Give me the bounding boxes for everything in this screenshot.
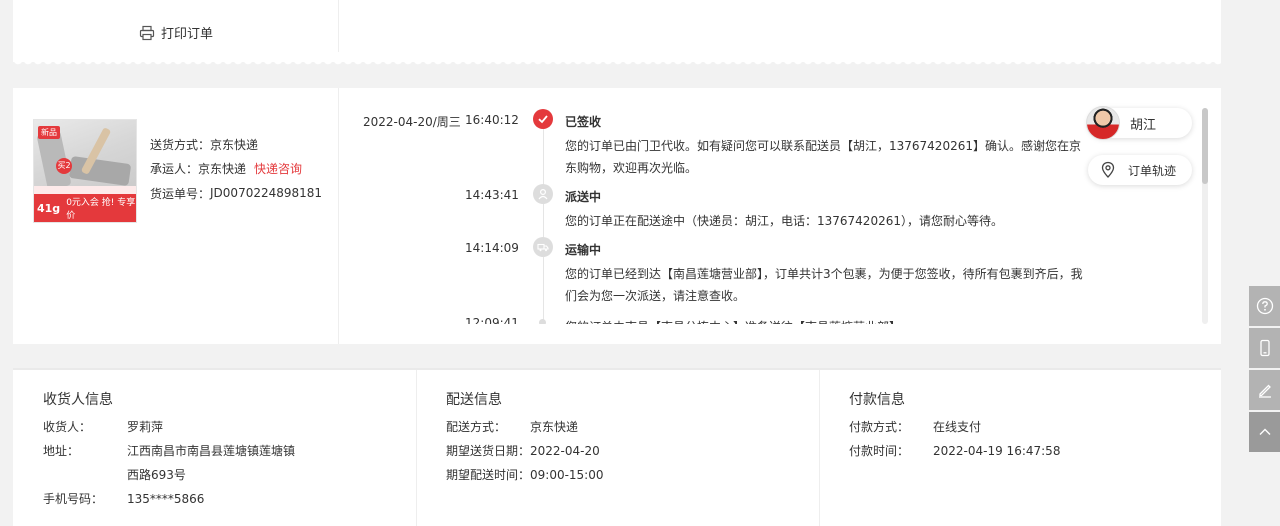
info-key: 地址： xyxy=(43,444,80,458)
payment-info-title: 付款信息 xyxy=(849,392,905,408)
location-pin-icon xyxy=(1101,161,1115,178)
print-order-label: 打印订单 xyxy=(161,27,214,42)
delivery-info-rows: 配送方式： 京东快递 期望送货日期： 2022-04-20 期望配送时间： 09… xyxy=(446,415,710,487)
printer-icon xyxy=(139,25,155,40)
timeline-desc: 您的订单已由门卫代收。如有疑问您可以联系配送员【胡江，13767420261】确… xyxy=(565,139,1081,175)
help-button[interactable] xyxy=(1249,286,1280,326)
receiver-address: 江西南昌市南昌县莲塘镇莲塘镇西路693号 xyxy=(127,444,296,482)
receiver-info-rows: 收货人： 罗莉萍 地址： 江西南昌市南昌县莲塘镇莲塘镇西路693号 手机号码： … xyxy=(43,415,307,511)
timeline-status: 运输中 xyxy=(565,243,602,257)
signed-check-icon xyxy=(533,109,553,129)
payment-info-section: 付款信息 付款方式： 在线支付 付款时间： 2022-04-19 16:47:5… xyxy=(819,370,1221,526)
timeline-desc: 您的订单由南昌【南昌分拣中心】准备送往【南昌莲塘营业部】 xyxy=(565,316,1085,324)
product-promo: 0元入会 抢! 专享价 xyxy=(66,198,136,221)
receiver-info-section: 收货人信息 收货人： 罗莉萍 地址： 江西南昌市南昌县莲塘镇莲塘镇西路693号 … xyxy=(13,370,416,526)
shipment-info: 送货方式： 京东快递 承运人： 京东快递 快递咨询 货运单号： JD007022… xyxy=(150,132,322,206)
courier-consult-link[interactable]: 快递咨询 xyxy=(254,160,302,177)
carrier-value: 京东快递 xyxy=(198,162,247,177)
courier-chip[interactable]: 胡江 xyxy=(1086,106,1192,140)
receiver-phone: 135****5866 xyxy=(127,492,205,506)
zigzag-edge xyxy=(13,60,1221,68)
product-badge: 新品 xyxy=(38,126,60,139)
delivery-info-title: 配送信息 xyxy=(446,392,502,408)
info-key: 收货人： xyxy=(43,420,92,434)
timeline-dot xyxy=(539,319,546,324)
edit-icon xyxy=(1258,384,1271,398)
payment-method: 在线支付 xyxy=(933,420,982,434)
print-order-button[interactable]: 打印订单 xyxy=(139,23,213,42)
tracking-number: JD0070224898181 xyxy=(210,186,323,201)
expected-date: 2022-04-20 xyxy=(530,444,600,458)
product-price: 41g xyxy=(37,201,61,215)
order-actions-card: 打印订单 xyxy=(13,0,1221,68)
receiver-name-row: 收货人： 罗莉萍 xyxy=(43,415,307,439)
carrier-label: 承运人： xyxy=(150,162,199,177)
timeline-line xyxy=(543,118,544,324)
truck-icon xyxy=(533,237,553,257)
info-key: 配送方式： xyxy=(446,420,507,434)
timeline-time: 16:40:12 xyxy=(465,113,519,127)
promo-strip xyxy=(34,186,136,194)
receiver-info-title: 收货人信息 xyxy=(43,392,113,408)
mobile-button[interactable] xyxy=(1249,328,1280,368)
receiver-name: 罗莉萍 xyxy=(127,420,164,434)
mobile-icon xyxy=(1259,339,1270,357)
timeline-time: 14:14:09 xyxy=(465,241,519,255)
delivery-method-row: 配送方式： 京东快递 xyxy=(446,415,710,439)
delivery-info-section: 配送信息 配送方式： 京东快递 期望送货日期： 2022-04-20 期望配送时… xyxy=(416,370,819,526)
payment-info-rows: 付款方式： 在线支付 付款时间： 2022-04-19 16:47:58 xyxy=(849,415,1113,463)
timeline-date: 2022-04-20/周三 xyxy=(363,115,461,129)
back-to-top-button[interactable] xyxy=(1249,412,1280,452)
timeline-status: 派送中 xyxy=(565,190,602,204)
carrier-row: 承运人： 京东快递 快递咨询 xyxy=(150,157,322,182)
tracking-label: 货运单号： xyxy=(150,186,211,201)
back-to-top-icon xyxy=(1259,428,1270,435)
receiver-address-row: 地址： 江西南昌市南昌县莲塘镇莲塘镇西路693号 xyxy=(43,439,307,487)
delivery-method-label: 送货方式： xyxy=(150,137,211,152)
price-bar: 41g 0元入会 抢! 专享价 xyxy=(34,194,136,222)
timeline-status: 已签收 xyxy=(565,115,602,129)
courier-name: 胡江 xyxy=(1130,117,1157,133)
info-key: 手机号码： xyxy=(43,492,104,506)
info-key: 付款时间： xyxy=(849,444,910,458)
product-thumbnail[interactable]: 新品 买2 41g 0元入会 抢! 专享价 xyxy=(33,119,137,223)
payment-time-row: 付款时间： 2022-04-19 16:47:58 xyxy=(849,439,1113,463)
order-track-button[interactable]: 订单轨迹 xyxy=(1088,155,1192,185)
expected-time: 09:00-15:00 xyxy=(530,468,604,482)
logistics-timeline[interactable]: 2022-04-20/周三 16:40:12 已签收 您的订单已由门卫代收。如有… xyxy=(339,88,1099,324)
scrollbar-thumb[interactable] xyxy=(1202,108,1208,184)
delivery-method: 京东快递 xyxy=(530,420,579,434)
delivery-method-value: 京东快递 xyxy=(210,137,259,152)
info-key: 期望送货日期： xyxy=(446,444,531,458)
help-icon xyxy=(1256,297,1273,315)
divider xyxy=(338,0,339,52)
delivery-method-row: 送货方式： 京东快递 xyxy=(150,132,322,157)
order-info-card: 收货人信息 收货人： 罗莉萍 地址： 江西南昌市南昌县莲塘镇莲塘镇西路693号 … xyxy=(13,368,1221,526)
courier-avatar xyxy=(1086,106,1120,140)
timeline-desc: 您的订单已经到达【南昌莲塘营业部】，订单共计3个包裹，为便于您签收，待所有包裹到… xyxy=(565,267,1083,303)
timeline-time: 12:09:41 xyxy=(465,316,519,324)
timeline-time: 14:43:41 xyxy=(465,188,519,202)
shipment-card: 新品 买2 41g 0元入会 抢! 专享价 送货方式： 京东快递 承运人： 京东… xyxy=(13,88,1221,344)
feedback-button[interactable] xyxy=(1249,370,1280,410)
tracking-row: 货运单号： JD0070224898181 xyxy=(150,181,322,206)
payment-time: 2022-04-19 16:47:58 xyxy=(933,444,1061,458)
timeline-desc: 您的订单正在配送途中（快递员：胡江，电话：13767420261），请您耐心等待… xyxy=(565,214,1003,228)
timeline-scrollbar[interactable] xyxy=(1202,108,1208,324)
product-badge-circle: 买2 xyxy=(56,158,72,174)
info-key: 付款方式： xyxy=(849,420,910,434)
side-toolbar xyxy=(1249,286,1280,454)
expected-time-row: 期望配送时间： 09:00-15:00 xyxy=(446,463,710,487)
expected-date-row: 期望送货日期： 2022-04-20 xyxy=(446,439,710,463)
courier-icon xyxy=(533,184,553,204)
receiver-phone-row: 手机号码： 135****5866 xyxy=(43,487,307,511)
payment-method-row: 付款方式： 在线支付 xyxy=(849,415,1113,439)
info-key: 期望配送时间： xyxy=(446,468,531,482)
order-track-label: 订单轨迹 xyxy=(1128,163,1177,178)
